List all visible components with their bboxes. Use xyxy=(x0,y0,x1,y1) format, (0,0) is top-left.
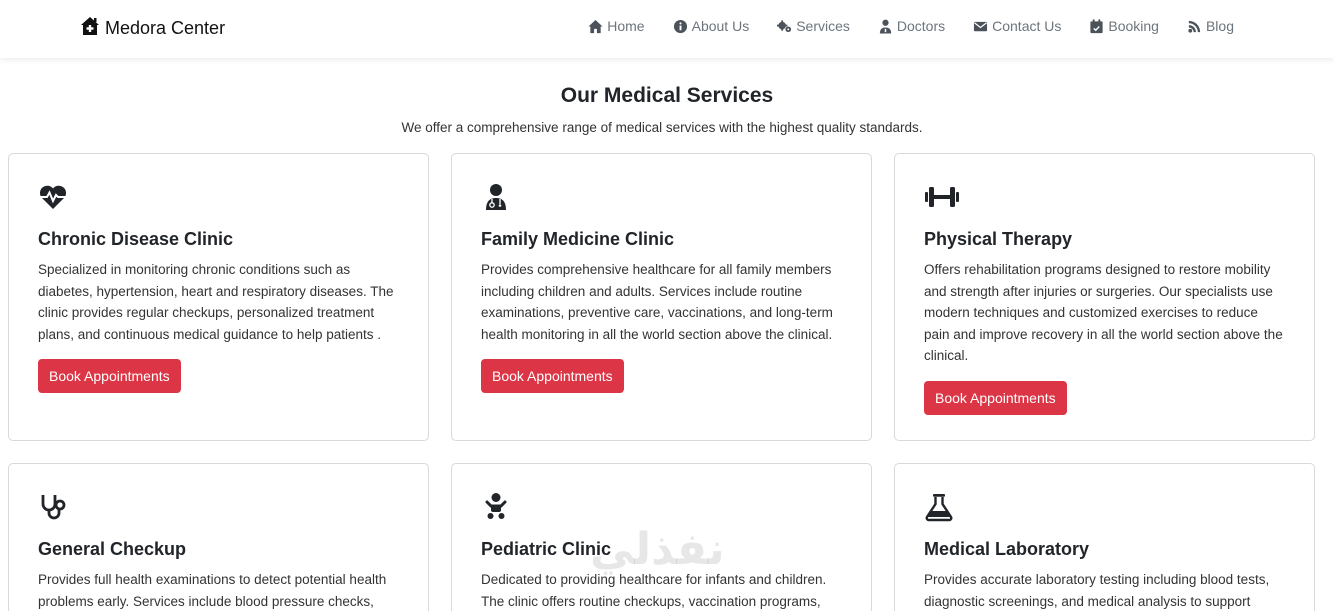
nav-item-booking[interactable]: Booking xyxy=(1089,18,1159,34)
card-text: Provides full health examinations to det… xyxy=(38,572,387,609)
nav-label: About Us xyxy=(691,18,750,34)
card-text: Offers rehabilitation programs designed … xyxy=(924,262,1283,363)
card-title: Medical Laboratory xyxy=(924,539,1090,559)
service-card-pediatric: Pediatric Clinic Dedicated to providing … xyxy=(451,463,872,611)
card-text: Provides accurate laboratory testing inc… xyxy=(924,572,1270,609)
nav-label: Blog xyxy=(1205,18,1234,34)
card-text: Dedicated to providing healthcare for in… xyxy=(481,572,827,609)
book-appointment-button[interactable]: Book Appointments xyxy=(38,359,181,393)
service-card-physical-therapy: Physical Therapy Offers rehabilitation p… xyxy=(894,153,1315,441)
dumbbell-icon xyxy=(924,182,959,212)
calendar-check-icon xyxy=(1090,18,1103,33)
service-card-general-checkup: General Checkup Provides full health exa… xyxy=(8,463,429,611)
nav-label: Home xyxy=(607,18,645,34)
flask-icon xyxy=(924,492,954,522)
service-card-laboratory: Medical Laboratory Provides accurate lab… xyxy=(894,463,1315,611)
nav-label: Services xyxy=(796,18,850,34)
nav-item-home[interactable]: Home xyxy=(588,18,645,34)
nav-item-about[interactable]: About Us xyxy=(673,18,750,34)
nav-label: Booking xyxy=(1108,18,1159,34)
doctor-icon xyxy=(481,182,511,212)
baby-icon xyxy=(481,492,511,522)
card-text: Provides comprehensive healthcare for al… xyxy=(481,262,833,342)
user-md-icon xyxy=(879,19,892,34)
envelope-icon xyxy=(974,21,988,31)
heart-pulse-icon xyxy=(38,182,68,212)
book-appointment-button[interactable]: Book Appointments xyxy=(924,380,1067,415)
section-title: Our Medical Services xyxy=(560,84,774,107)
nav-item-doctors[interactable]: Doctors xyxy=(878,18,945,34)
section-subtitle: We offer a comprehensive range of medica… xyxy=(401,120,923,135)
navbar: Medora Center Home About Us Services Doc… xyxy=(0,0,1334,58)
book-appointment-button[interactable]: Book Appointments xyxy=(481,359,624,393)
brand[interactable]: Medora Center xyxy=(80,16,225,41)
stethoscope-icon xyxy=(38,492,68,522)
house-medical-icon xyxy=(80,16,100,41)
nav-item-contact[interactable]: Contact Us xyxy=(973,18,1061,34)
info-circle-icon xyxy=(673,19,687,33)
blog-icon xyxy=(1188,20,1201,33)
card-title: Pediatric Clinic xyxy=(481,539,612,559)
gears-icon xyxy=(777,19,792,32)
card-text: Specialized in monitoring chronic condit… xyxy=(38,262,394,342)
card-title: Chronic Disease Clinic xyxy=(38,229,234,249)
nav-label: Doctors xyxy=(896,18,946,34)
service-card-chronic: Chronic Disease Clinic Specialized in mo… xyxy=(8,153,429,441)
service-card-family: Family Medicine Clinic Provides comprehe… xyxy=(451,153,872,441)
card-title: General Checkup xyxy=(38,539,187,559)
card-title: Family Medicine Clinic xyxy=(481,229,675,249)
nav-label: Contact Us xyxy=(992,18,1062,34)
main-nav: Home About Us Services Doctors Contact U… xyxy=(588,18,1234,34)
nav-item-blog[interactable]: Blog xyxy=(1187,18,1234,34)
card-title: Physical Therapy xyxy=(924,229,1073,249)
nav-item-services[interactable]: Services xyxy=(777,18,850,34)
home-icon xyxy=(588,19,603,33)
brand-name: Medora Center xyxy=(105,18,226,38)
